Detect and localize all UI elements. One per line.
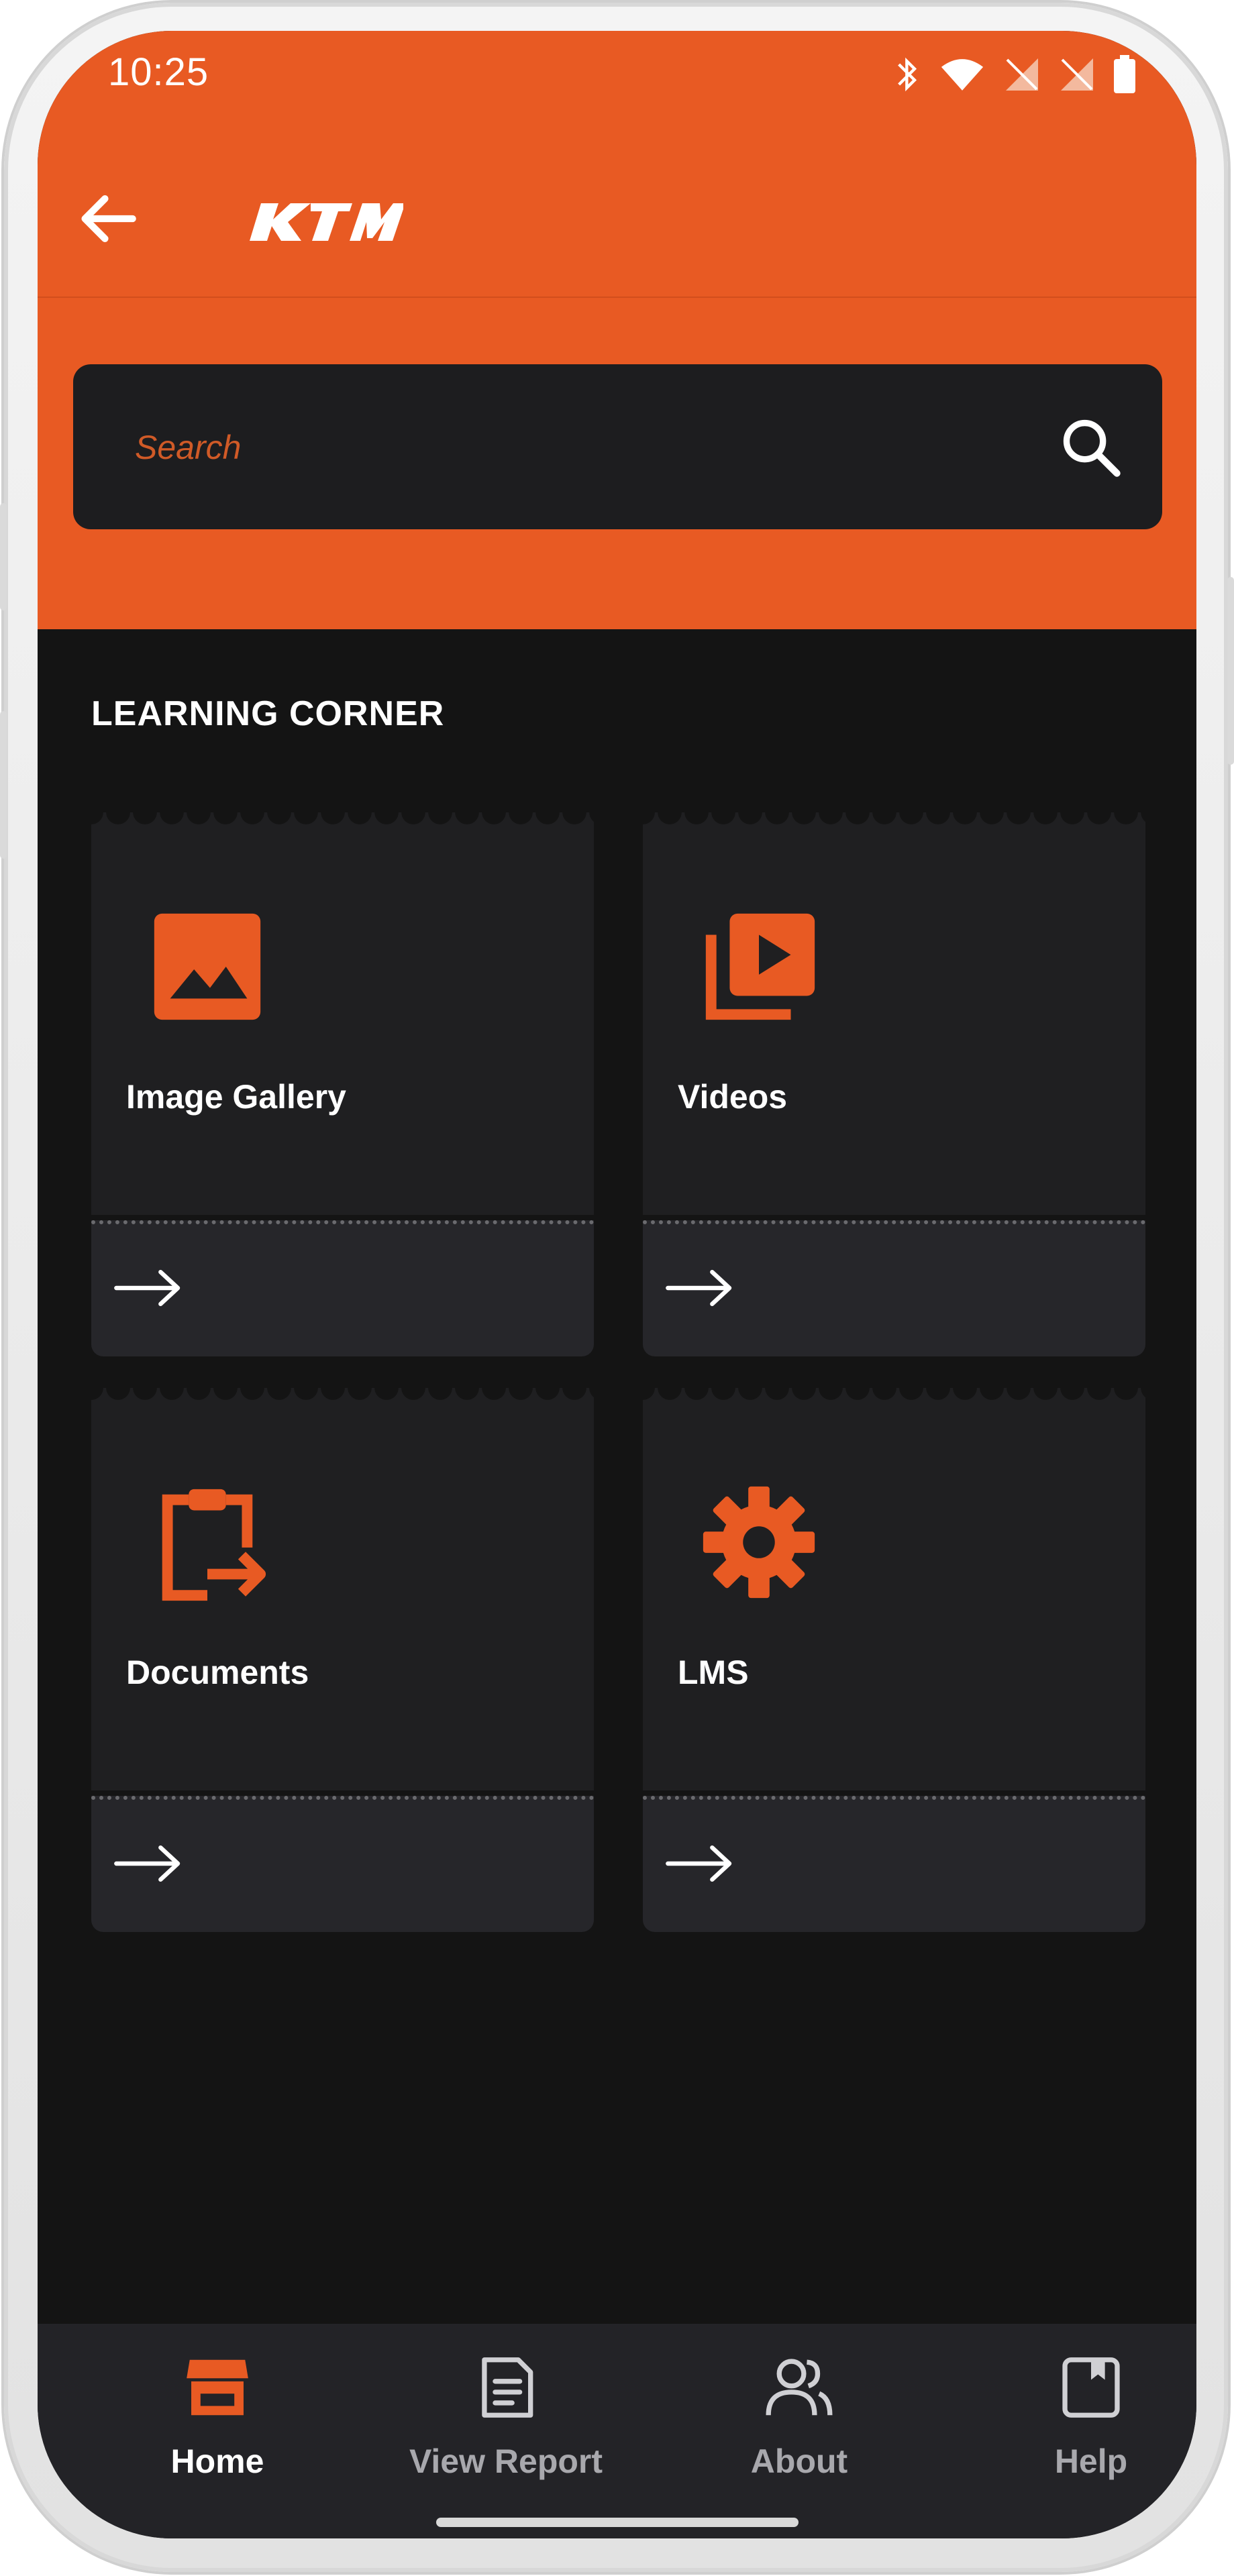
wifi-icon (941, 58, 984, 91)
search-icon[interactable] (1058, 415, 1125, 482)
ktm-logo (250, 203, 403, 241)
bluetooth-icon (898, 57, 917, 92)
image-icon (154, 913, 261, 1020)
card-label: Videos (678, 1078, 788, 1116)
home-indicator[interactable] (436, 2518, 799, 2527)
phone-side-button (0, 503, 7, 610)
search-bar (73, 364, 1162, 531)
bookmark-book-icon (1062, 2357, 1120, 2418)
app-bar (38, 131, 1196, 298)
section-title: LEARNING CORNER (91, 694, 445, 733)
nav-label: About (750, 2443, 848, 2480)
arrow-left-icon[interactable] (71, 182, 145, 256)
arrow-right-icon[interactable] (111, 1840, 185, 1887)
video-library-icon (705, 913, 815, 1020)
phone-side-button (0, 711, 7, 859)
nav-label: View Report (409, 2443, 603, 2480)
nav-label: Help (1054, 2443, 1128, 2480)
search-input[interactable] (134, 364, 995, 531)
nav-label: Home (170, 2443, 264, 2480)
report-icon (482, 2357, 533, 2418)
nav-item-help[interactable]: Help (990, 2351, 1192, 2498)
status-time: 10:25 (108, 50, 209, 94)
app-screen: 10:25 Search LEARNING CORNER Image Galle… (38, 31, 1196, 2538)
arrow-right-icon[interactable] (663, 1840, 737, 1887)
card-label: Documents (126, 1654, 309, 1691)
card-label: LMS (678, 1654, 749, 1691)
signal-icon (1006, 58, 1038, 91)
card-footer (91, 1796, 594, 1932)
status-icons (894, 51, 1136, 98)
nav-item-home[interactable]: Home (117, 2351, 318, 2498)
arrow-right-icon[interactable] (663, 1265, 737, 1311)
card-footer (91, 1220, 594, 1356)
card-videos[interactable]: Videos (643, 812, 1145, 1356)
arrow-right-icon[interactable] (111, 1265, 185, 1311)
card-lms[interactable]: LMS (643, 1388, 1145, 1932)
header: 10:25 (38, 31, 1196, 629)
clipboard-export-icon (162, 1489, 266, 1601)
nav-item-view-report[interactable]: View Report (405, 2351, 607, 2498)
card-footer (643, 1220, 1145, 1356)
bottom-navigation: Home View Report About Help (38, 2324, 1196, 2538)
users-icon (766, 2359, 833, 2416)
card-image-gallery[interactable]: Image Gallery (91, 812, 594, 1356)
card-footer (643, 1796, 1145, 1932)
signal-icon (1061, 58, 1093, 91)
card-label: Image Gallery (126, 1078, 346, 1116)
card-documents[interactable]: Documents (91, 1388, 594, 1932)
battery-icon (1114, 55, 1135, 93)
nav-item-about[interactable]: About (699, 2351, 900, 2498)
status-bar: 10:25 (38, 31, 1196, 131)
gear-icon (703, 1486, 815, 1599)
store-icon (187, 2359, 248, 2416)
phone-power-button (1227, 577, 1234, 765)
